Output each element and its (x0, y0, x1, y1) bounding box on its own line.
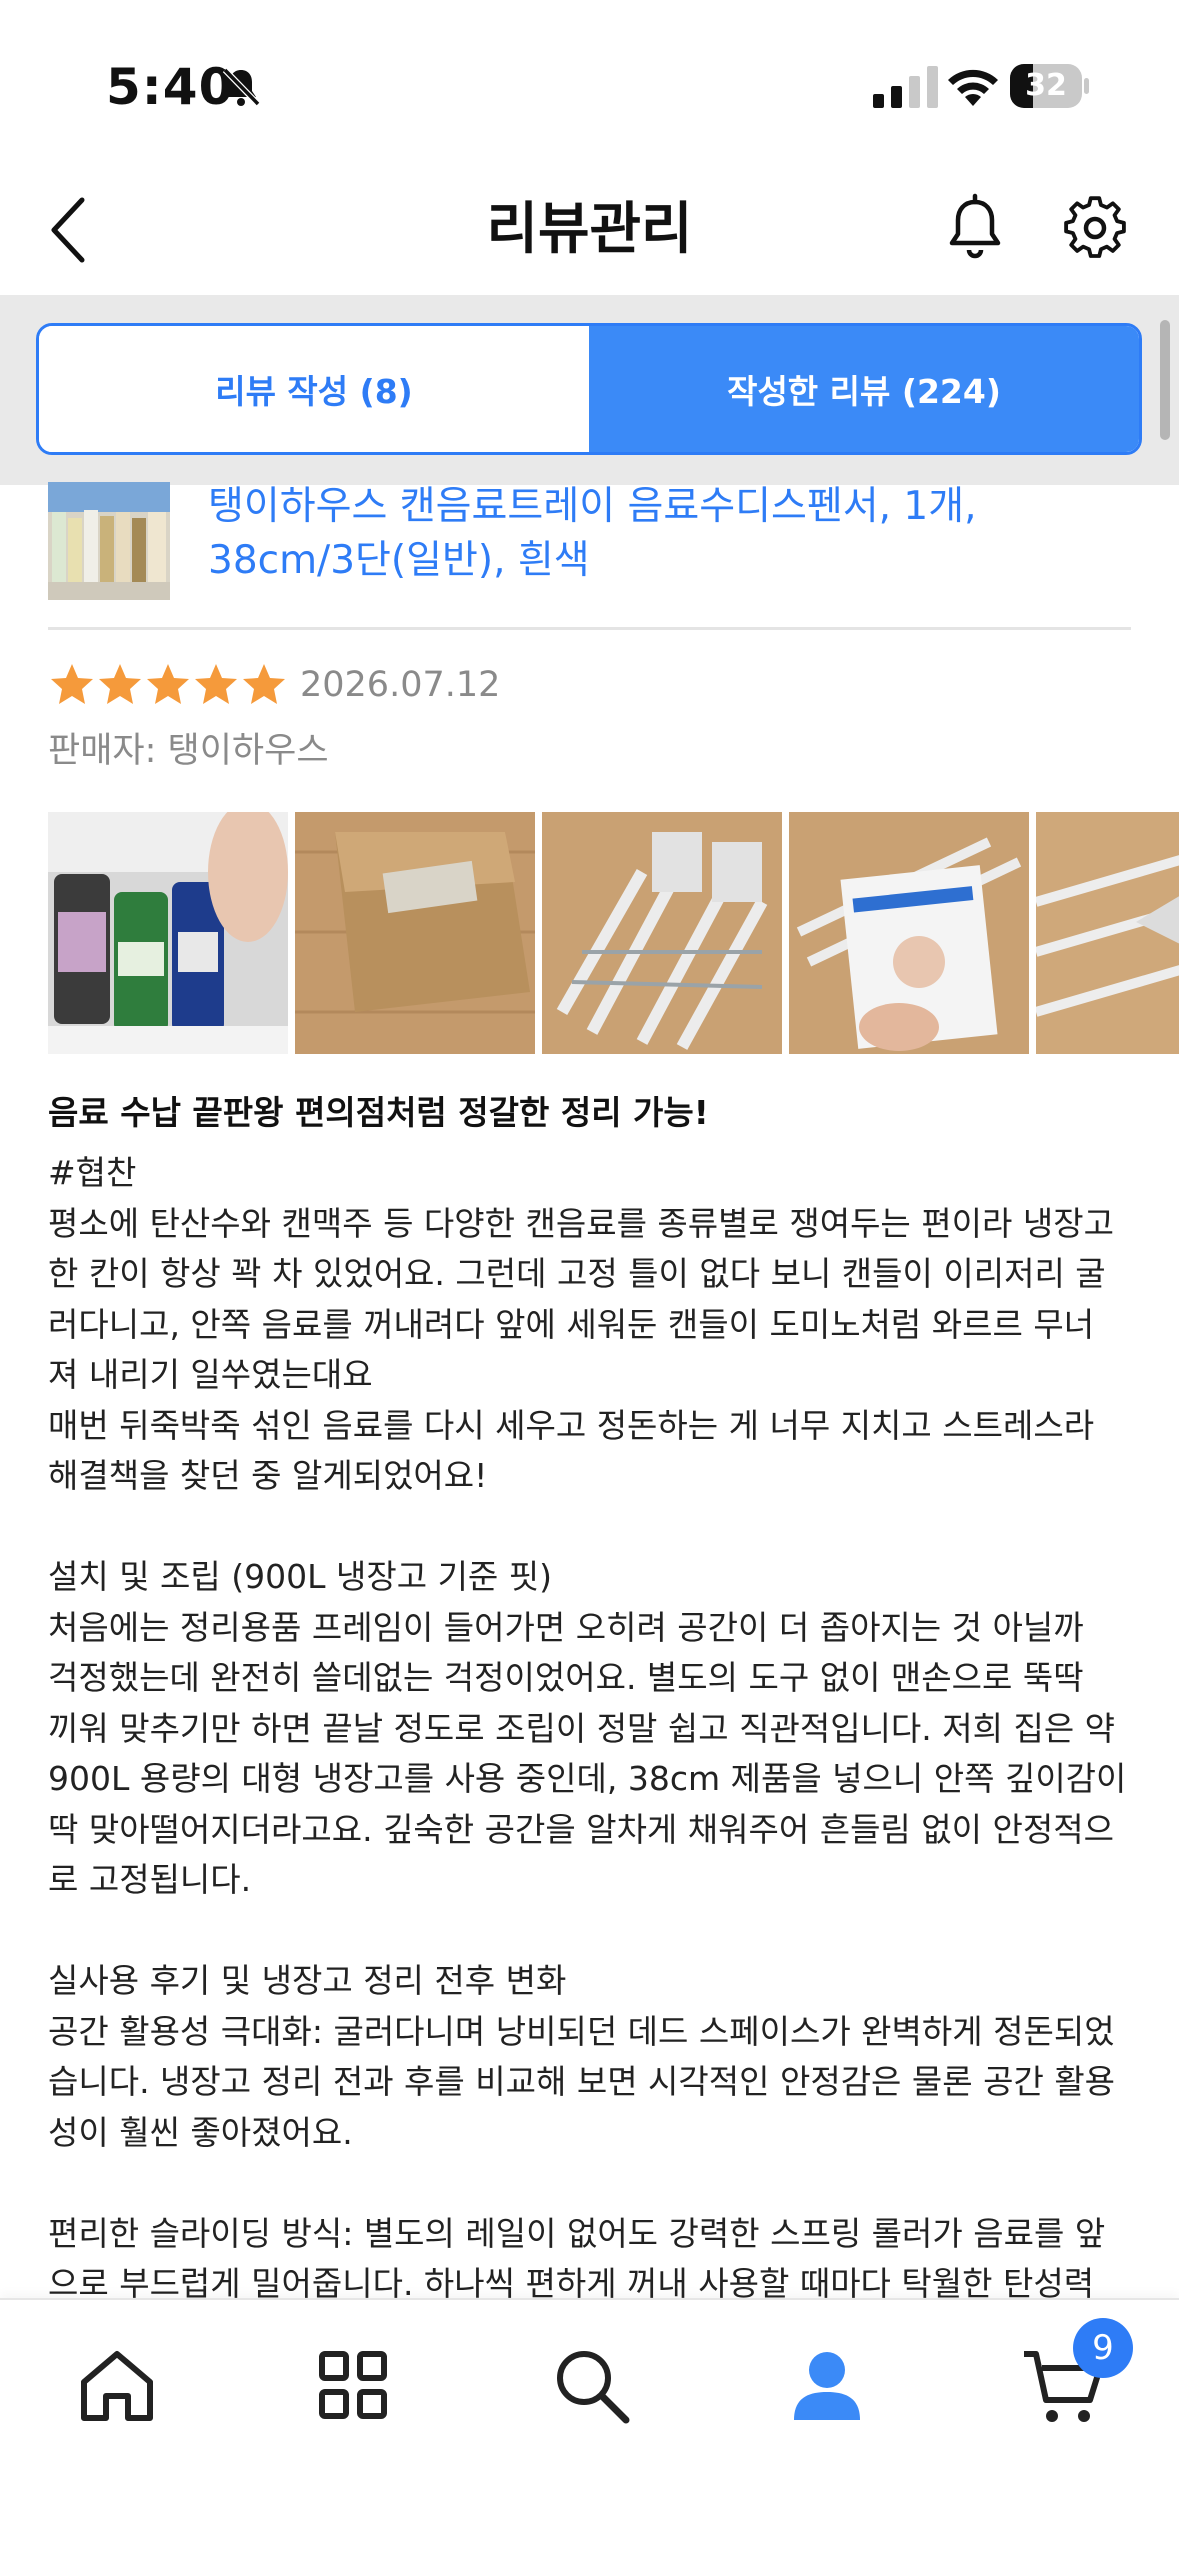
review-photo[interactable] (542, 812, 782, 1054)
review-photo[interactable] (1036, 812, 1179, 1054)
review-body-line (48, 1906, 1138, 1957)
bottom-nav (0, 2298, 1179, 2556)
review-body-line: 실사용 후기 및 냉장고 정리 전후 변화 (48, 1961, 567, 2000)
review-body-line: 편리한 슬라이딩 방식: 별도의 레일이 없어도 강력한 스프링 롤러가 음료를… (48, 2213, 1106, 2253)
review-body-line: 매번 뒤죽박죽 섞인 음료를 다시 세우고 정돈하는 게 너무 지치고 스트레스… (48, 1405, 1095, 1445)
review-date: 2026.07.12 (300, 665, 501, 705)
tab-area: 리뷰 작성 (8) 작성한 리뷰 (224) (0, 295, 1179, 485)
star-icon (195, 664, 237, 704)
review-body-line: 딱 맞아떨어지더라고요. 깊숙한 공간을 알차게 채워주어 흔들림 없이 안정적… (48, 1809, 1114, 1849)
product-name-line[interactable]: 38cm/3단(일반), 흰색 (208, 534, 1108, 588)
scrollbar[interactable] (1160, 320, 1170, 440)
grid-icon[interactable] (308, 2340, 398, 2430)
cart-count-badge: 9 (1073, 2318, 1133, 2378)
review-body-line: 설치 및 조립 (900L 냉장고 기준 핏) (48, 1557, 553, 1596)
review-body-line (48, 1502, 1138, 1553)
tab-written-reviews[interactable]: 작성한 리뷰 (224) (589, 326, 1139, 452)
status-bar: 5:40 32 (0, 0, 1179, 170)
review-body-line: 러다니고, 안쪽 음료를 꺼내려다 앞에 세워둔 캔들이 도미노처럼 와르르 무… (48, 1304, 1095, 1344)
divider (48, 627, 1131, 630)
review-body-line: 로 고정됩니다. (48, 1860, 252, 1899)
review-photo[interactable] (789, 812, 1029, 1054)
review-body-line (48, 2158, 1138, 2209)
star-rating (48, 661, 288, 709)
user-icon[interactable] (782, 2340, 872, 2430)
bell-icon[interactable] (942, 192, 1008, 264)
review-body-line: 져 내리기 일쑤였는대요 (48, 1355, 373, 1394)
review-body-line: 한 칸이 항상 꽉 차 있었어요. 그런데 고정 틀이 없다 보니 캔들이 이리… (48, 1254, 1106, 1293)
review-body-line: 걱정했는데 완전히 쓸데없는 걱정이었어요. 별도의 도구 없이 맨손으로 뚝딱 (48, 1658, 1084, 1697)
home-icon[interactable] (72, 2340, 162, 2430)
review-body-line: #협찬 (48, 1153, 137, 1192)
search-icon[interactable] (546, 2340, 636, 2430)
product-name-line[interactable]: 탱이하우스 캔음료트레이 음료수디스펜서, 1개, (208, 480, 1108, 534)
cellular-signal-icon (873, 66, 938, 108)
review-body-line: 습니다. 냉장고 정리 전과 후를 비교해 보면 시각적인 안정감은 물론 공간… (48, 2062, 1116, 2101)
status-time: 5:40 (106, 58, 235, 116)
header: 리뷰관리 (0, 170, 1179, 295)
review-body-line: 공간 활용성 극대화: 굴러다니며 낭비되던 데드 스페이스가 완벽하게 정돈되… (48, 2011, 1115, 2051)
battery-level: 32 (1025, 68, 1067, 103)
review-title: 음료 수납 끝판왕 편의점처럼 정갈한 정리 가능! (48, 1093, 709, 1132)
review-photos (48, 812, 1179, 1054)
review-body-line: 처음에는 정리용품 프레임이 들어가면 오히려 공간이 더 좁아지는 것 아닐까 (48, 1607, 1084, 1647)
review-tabs: 리뷰 작성 (8) 작성한 리뷰 (224) (36, 323, 1142, 455)
review-photo[interactable] (295, 812, 535, 1054)
review-body-line: 900L 용량의 대형 냉장고를 사용 중인데, 38cm 제품을 넣으니 안쪽… (48, 1759, 1127, 1798)
review-body-line: 끼워 맞추기만 하면 끝날 정도로 조립이 정말 쉽고 직관적입니다. 저희 집… (48, 1708, 1116, 1748)
battery-indicator: 32 (1010, 64, 1089, 108)
seller-name: 판매자: 탱이하우스 (48, 731, 329, 771)
review-body-line: 평소에 탄산수와 캔맥주 등 다양한 캔음료를 종류별로 쟁여두는 편이라 냉장… (48, 1203, 1114, 1243)
product-thumbnail[interactable] (48, 482, 170, 600)
star-icon (51, 664, 93, 704)
star-icon (147, 664, 189, 704)
review-body: #협찬평소에 탄산수와 캔맥주 등 다양한 캔음료를 종류별로 쟁여두는 편이라… (48, 1148, 1138, 2298)
wifi-icon (948, 69, 998, 106)
bell-muted-icon (222, 67, 261, 107)
gear-icon[interactable] (1060, 192, 1130, 264)
product-name[interactable]: 탱이하우스 캔음료트레이 음료수디스펜서, 1개, 38cm/3단(일반), 흰… (208, 480, 1108, 588)
review-body-line: 해결책을 찾던 중 알게되었어요! (48, 1456, 488, 1495)
product-info[interactable]: 탱이하우스 캔음료트레이 음료수디스펜서, 1개, 38cm/3단(일반), 흰… (48, 480, 1133, 630)
star-icon (99, 664, 141, 704)
star-icon (243, 664, 285, 704)
review-body-line: 성이 훨씬 좋아졌어요. (48, 2112, 353, 2152)
review-body-line: 으로 부드럽게 밀어줍니다. 하나씩 편하게 꺼내 사용할 때마다 탁월한 탄성… (48, 2264, 1095, 2298)
rating-row: 2026.07.12 (48, 655, 500, 715)
back-arrow-icon[interactable] (40, 190, 100, 270)
tab-write-review[interactable]: 리뷰 작성 (8) (39, 326, 589, 452)
review-photo[interactable] (48, 812, 288, 1054)
